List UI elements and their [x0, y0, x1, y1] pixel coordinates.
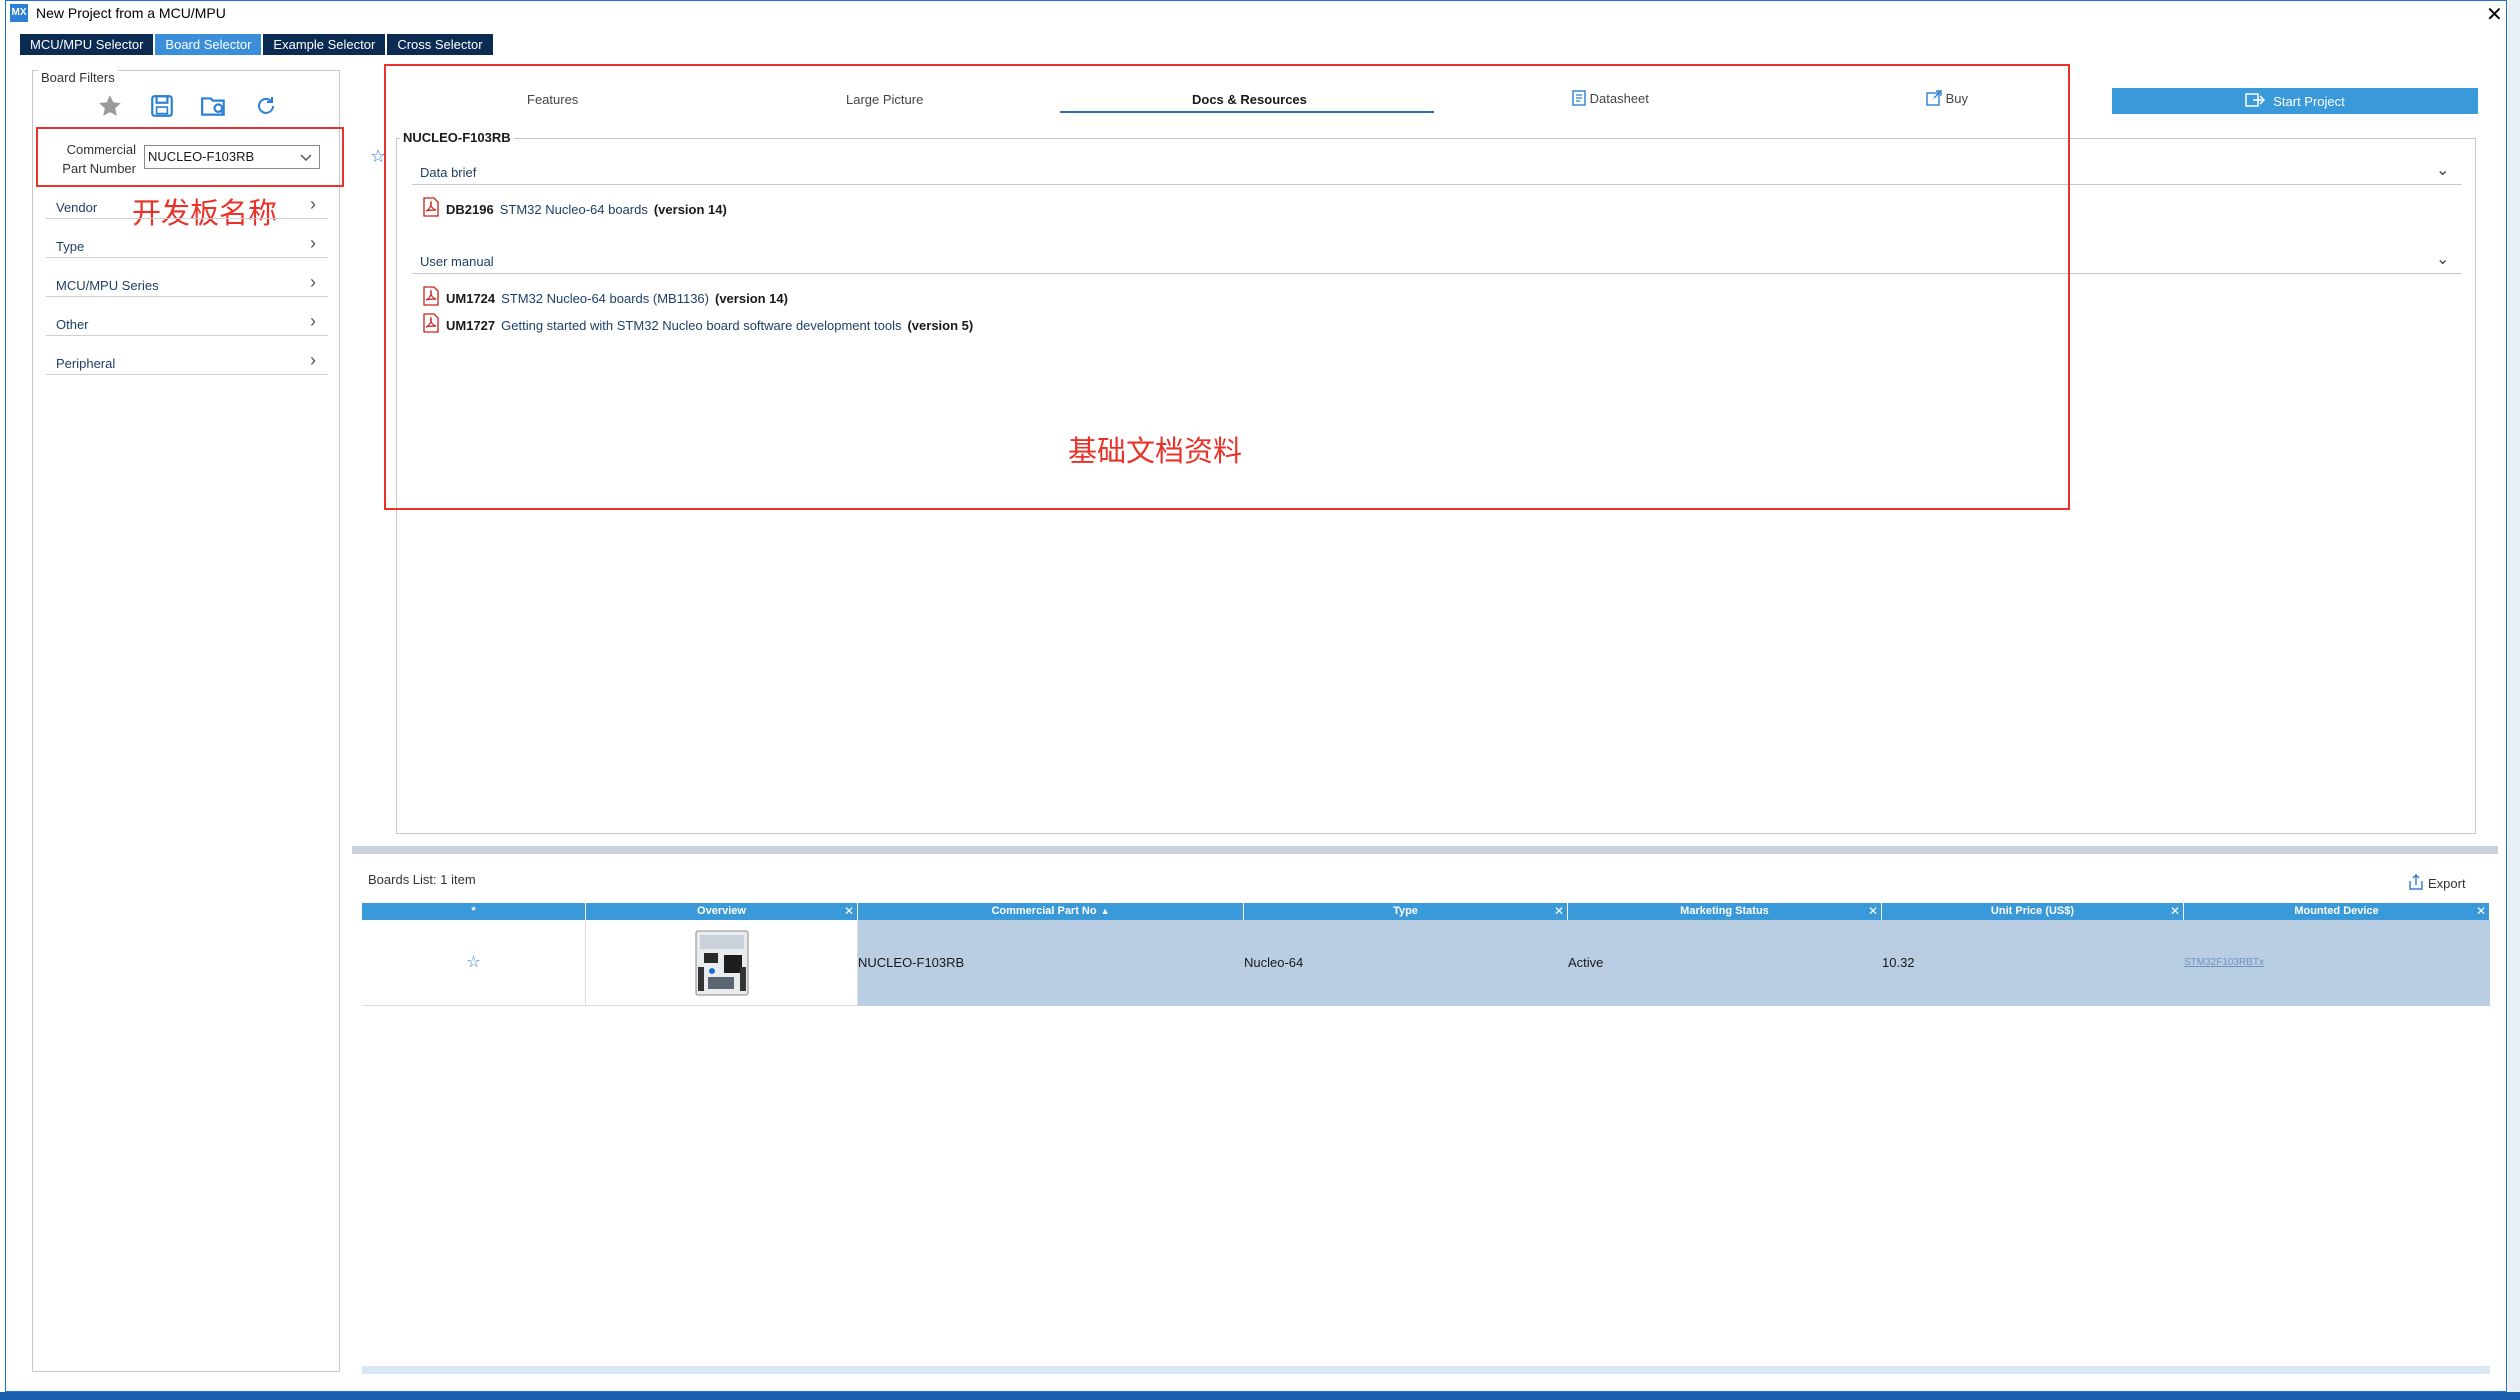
cell-type[interactable]: Nucleo-64 — [1244, 920, 1568, 1006]
tab-example-selector[interactable]: Example Selector — [263, 34, 386, 55]
chevron-right-icon: › — [310, 272, 316, 292]
tab-cross-selector[interactable]: Cross Selector — [387, 34, 493, 55]
chevron-down-icon — [299, 148, 313, 173]
selector-tab-bar: MCU/MPU Selector Board Selector Example … — [20, 34, 493, 55]
row-favorite-star-icon[interactable]: ☆ — [362, 920, 586, 1006]
filter-item-vendor[interactable]: Vendor › — [46, 192, 328, 219]
load-filter-icon[interactable] — [200, 92, 228, 120]
column-header-mounted-device[interactable]: Mounted Device ✕ — [2184, 903, 2490, 920]
column-header-label: Marketing Status — [1680, 905, 1769, 917]
commercial-part-number-label: Commercial Part Number — [62, 142, 136, 176]
close-column-icon[interactable]: ✕ — [1868, 903, 1878, 920]
background-window-edge — [2508, 0, 2520, 1392]
filter-item-label: Type — [56, 239, 85, 254]
column-header-label: Unit Price (US$) — [1990, 905, 2075, 917]
cell-mounted-device-link[interactable]: STM32F103RBTx — [2184, 920, 2490, 1006]
column-header-label: Type — [1393, 905, 1418, 917]
boards-list-count: Boards List: 1 item — [368, 872, 476, 887]
cell-marketing-status[interactable]: Active — [1568, 920, 1882, 1006]
filter-item-peripheral[interactable]: Peripheral › — [46, 348, 328, 375]
commercial-part-number-select[interactable]: NUCLEO-F103RB — [144, 145, 320, 169]
cpn-selected-value: NUCLEO-F103RB — [148, 149, 255, 164]
filter-item-label: Other — [56, 317, 89, 332]
column-header-favorite[interactable]: * — [362, 903, 586, 920]
filter-item-label: Peripheral — [56, 356, 116, 371]
reset-icon[interactable] — [252, 92, 280, 120]
app-logo-icon: MX — [10, 4, 28, 22]
filter-item-mcu-mpu-series[interactable]: MCU/MPU Series › — [46, 270, 328, 297]
save-icon[interactable] — [148, 92, 176, 120]
board-filters-legend: Board Filters — [38, 70, 118, 85]
column-header-marketing-status[interactable]: Marketing Status ✕ — [1568, 903, 1882, 920]
star-icon[interactable] — [96, 92, 124, 120]
filter-item-other[interactable]: Other › — [46, 309, 328, 336]
filter-item-label: Vendor — [56, 200, 98, 215]
board-thumbnail — [586, 920, 858, 1006]
export-button[interactable]: Export — [2408, 874, 2466, 893]
filter-item-label: MCU/MPU Series — [56, 278, 159, 293]
cell-part-no[interactable]: NUCLEO-F103RB — [858, 920, 1244, 1006]
title-bar — [6, 2, 2506, 28]
close-icon[interactable]: ✕ — [2486, 2, 2503, 27]
start-project-label: Start Project — [2273, 93, 2345, 109]
column-header-type[interactable]: Type ✕ — [1244, 903, 1568, 920]
export-icon — [2408, 874, 2424, 893]
board-filters-panel — [32, 70, 340, 1372]
chevron-right-icon: › — [310, 311, 316, 331]
horizontal-scrollbar[interactable] — [362, 1366, 2490, 1374]
column-header-label: Overview — [697, 905, 746, 917]
annotation-docs: 基础文档资料 — [1068, 434, 1243, 468]
close-column-icon[interactable]: ✕ — [844, 903, 854, 920]
tab-mcu-mpu-selector[interactable]: MCU/MPU Selector — [20, 34, 154, 55]
sort-ascending-icon: ▲ — [1100, 906, 1110, 916]
column-header-unit-price[interactable]: Unit Price (US$) ✕ — [1882, 903, 2184, 920]
chevron-down-icon[interactable]: ⌄ — [2436, 249, 2449, 269]
chevron-down-icon[interactable]: ⌄ — [2436, 160, 2449, 180]
chevron-right-icon: › — [310, 233, 316, 253]
cell-unit-price[interactable]: 10.32 — [1882, 920, 2184, 1006]
column-header-commercial-part-no[interactable]: Commercial Part No ▲ — [858, 903, 1244, 920]
export-label: Export — [2428, 876, 2466, 891]
taskbar-edge — [0, 1392, 2520, 1400]
filter-item-type[interactable]: Type › — [46, 231, 328, 258]
tab-board-selector[interactable]: Board Selector — [155, 34, 262, 55]
panel-splitter[interactable] — [352, 846, 2498, 854]
close-column-icon[interactable]: ✕ — [2476, 903, 2486, 920]
board-image-icon — [695, 930, 748, 995]
chevron-right-icon: › — [310, 194, 316, 214]
column-header-label: Commercial Part No — [991, 905, 1097, 917]
close-column-icon[interactable]: ✕ — [2170, 903, 2180, 920]
column-header-overview[interactable]: Overview ✕ — [586, 903, 858, 920]
column-header-label: Mounted Device — [2294, 905, 2379, 917]
chevron-right-icon: › — [310, 350, 316, 370]
close-column-icon[interactable]: ✕ — [1554, 903, 1564, 920]
start-project-icon — [2245, 92, 2266, 111]
window-title: New Project from a MCU/MPU — [36, 5, 226, 21]
start-project-button[interactable]: Start Project — [2112, 88, 2478, 114]
column-header-label: * — [471, 905, 476, 917]
filter-toolbar — [96, 92, 280, 120]
